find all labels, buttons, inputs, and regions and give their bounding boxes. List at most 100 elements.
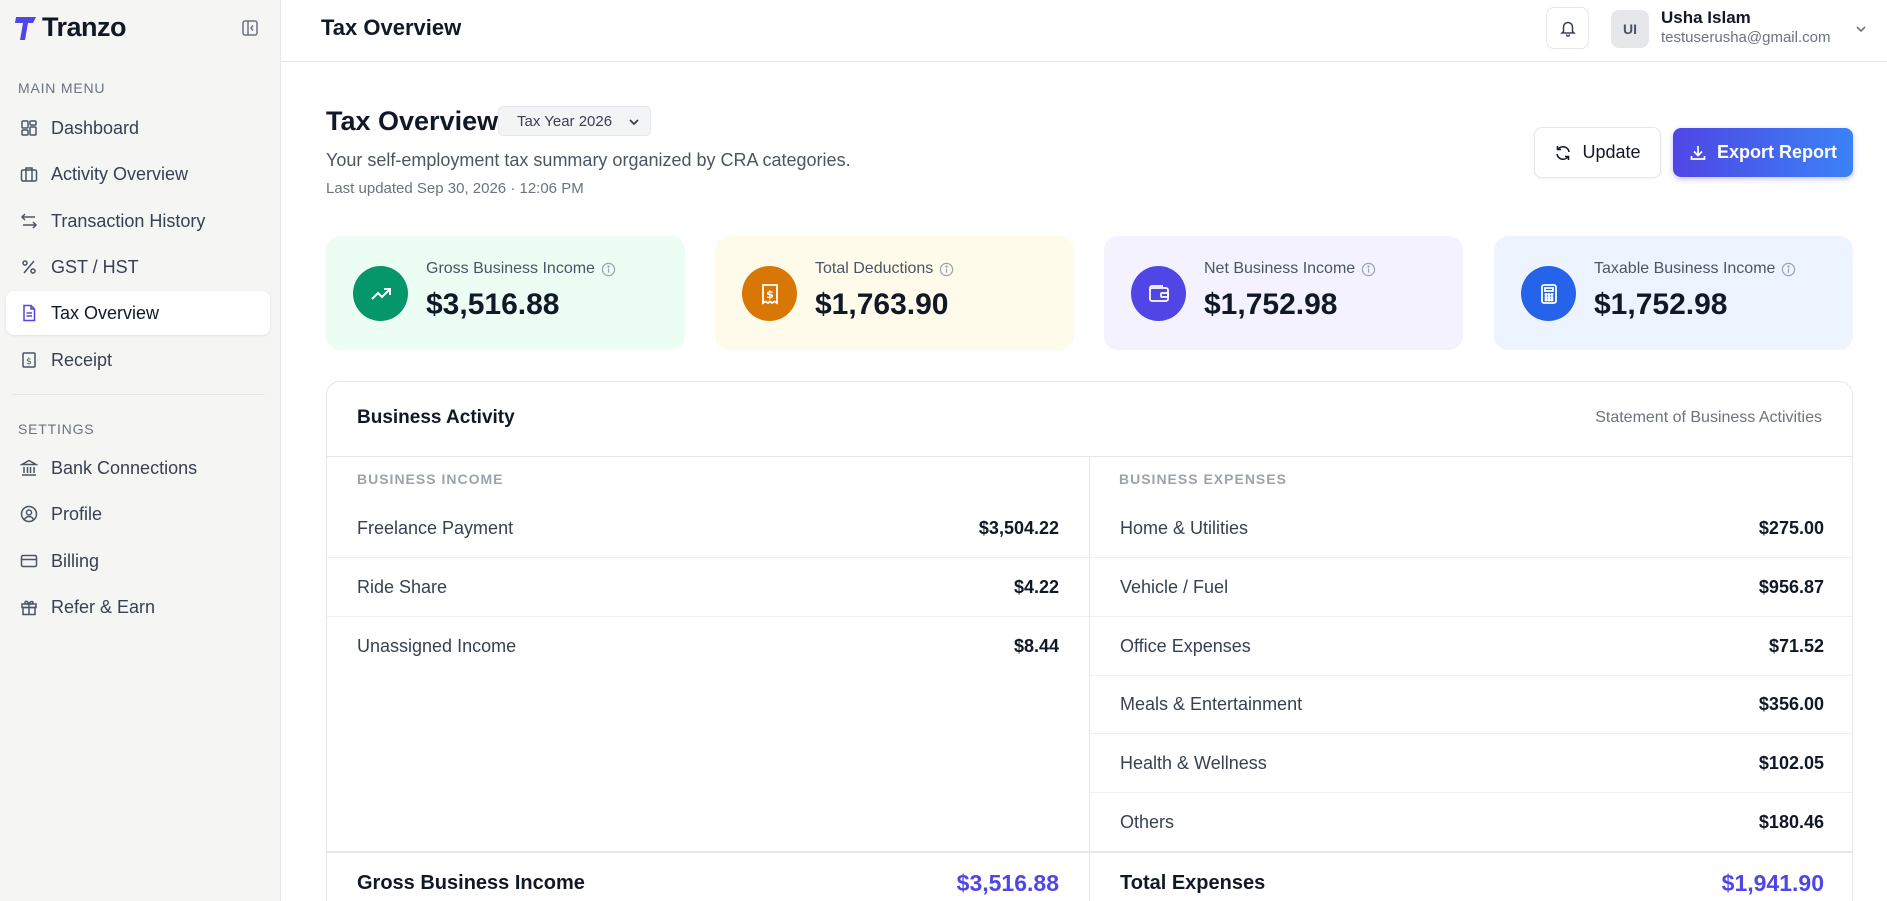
arrows-swap-icon <box>19 211 39 231</box>
panel-subtitle: Statement of Business Activities <box>1595 409 1822 426</box>
info-icon[interactable] <box>1361 262 1376 277</box>
sidebar-item-profile[interactable]: Profile <box>6 492 270 536</box>
row-label: Freelance Payment <box>357 517 514 538</box>
table-row: Freelance Payment $3,504.22 <box>327 499 1089 558</box>
last-updated-text: Last updated Sep 30, 2026 · 12:06 PM <box>326 180 584 197</box>
card-label: Net Business Income <box>1204 260 1376 278</box>
row-label: Others <box>1120 812 1175 832</box>
credit-card-icon <box>19 551 39 571</box>
total-label: Total Expenses <box>1120 872 1266 894</box>
card-net-business-income: Net Business Income $1,752.98 <box>1104 236 1463 350</box>
row-amount: $71.52 <box>1768 635 1824 656</box>
bell-icon <box>1559 21 1576 37</box>
row-amount: $956.87 <box>1758 576 1824 597</box>
sidebar-item-refer-earn[interactable]: Refer & Earn <box>6 585 270 629</box>
table-row: Office Expenses $71.52 <box>1090 617 1852 676</box>
card-label-text: Total Deductions <box>815 260 934 277</box>
tax-year-value: Tax Year 2026 <box>517 112 613 130</box>
card-value: $3,516.88 <box>426 288 560 321</box>
info-icon[interactable] <box>1781 262 1796 277</box>
table-row: Others $180.46 <box>1090 793 1852 852</box>
business-activity-panel: Business Activity Statement of Business … <box>326 381 1853 901</box>
page-title: Tax Overview <box>326 106 499 136</box>
receipt-dollar-icon: $ <box>742 266 797 321</box>
gift-icon <box>19 597 39 617</box>
row-label: Home & Utilities <box>1120 517 1249 538</box>
settings-label: SETTINGS <box>18 421 95 437</box>
user-name[interactable]: Usha Islam <box>1661 8 1751 28</box>
gross-business-income-total-row: Gross Business Income $3,516.88 <box>357 870 1059 897</box>
table-row: Unassigned Income $8.44 <box>327 617 1089 676</box>
card-label-text: Net Business Income <box>1204 260 1356 277</box>
main-menu-label: MAIN MENU <box>18 80 106 96</box>
user-email: testuserusha@gmail.com <box>1661 29 1831 46</box>
notifications-button[interactable] <box>1546 7 1589 49</box>
refresh-icon <box>1556 145 1571 160</box>
update-button[interactable]: Update <box>1534 127 1661 178</box>
card-label-text: Taxable Business Income <box>1594 260 1776 277</box>
export-report-button[interactable]: Export Report <box>1673 128 1853 177</box>
sidebar-item-billing[interactable]: Billing <box>6 539 270 583</box>
card-value: $1,752.98 <box>1594 288 1728 321</box>
totals-divider <box>327 851 1852 853</box>
card-label: Gross Business Income <box>426 260 616 278</box>
total-label: Gross Business Income <box>357 872 585 894</box>
row-label: Vehicle / Fuel <box>1120 576 1229 597</box>
bank-icon <box>19 458 39 478</box>
business-income-heading: BUSINESS INCOME <box>357 471 504 487</box>
sidebar-item-gst-hst[interactable]: GST / HST <box>6 245 270 289</box>
sidebar-item-dashboard[interactable]: Dashboard <box>6 106 270 150</box>
table-row: Home & Utilities $275.00 <box>1090 499 1852 558</box>
sidebar-item-label: Billing <box>51 550 100 571</box>
info-icon[interactable] <box>939 262 954 277</box>
row-label: Health & Wellness <box>1120 752 1267 773</box>
sidebar-item-receipt[interactable]: $ Receipt <box>6 338 270 382</box>
user-circle-icon <box>19 504 39 524</box>
svg-text:$: $ <box>766 288 774 301</box>
topbar: Tax Overview UI Usha Islam testuserusha@… <box>281 0 1887 62</box>
calculator-icon <box>1521 266 1576 321</box>
total-expenses-total-row: Total Expenses $1,941.90 <box>1120 870 1824 897</box>
sidebar-item-activity-overview[interactable]: Activity Overview <box>6 152 270 196</box>
card-value: $1,763.90 <box>815 288 949 321</box>
collapse-sidebar-button[interactable] <box>240 18 260 38</box>
info-icon[interactable] <box>601 262 616 277</box>
chevron-down-icon <box>1856 26 1866 33</box>
svg-text:$: $ <box>26 357 32 367</box>
sidebar-item-label: Transaction History <box>51 210 206 231</box>
page-subtitle: Your self-employment tax summary organiz… <box>326 150 851 170</box>
panel-header: Business Activity Statement of Business … <box>327 382 1852 457</box>
sidebar-item-label: GST / HST <box>51 256 139 277</box>
sidebar-collapse-icon <box>242 20 258 36</box>
wallet-icon <box>1131 266 1186 321</box>
sidebar-item-label: Activity Overview <box>51 163 189 184</box>
sidebar-item-bank-connections[interactable]: Bank Connections <box>6 446 270 490</box>
chevron-down-icon <box>629 119 639 126</box>
document-icon <box>19 303 39 323</box>
row-amount: $275.00 <box>1758 517 1824 538</box>
row-label: Ride Share <box>357 576 448 597</box>
row-amount: $8.44 <box>1013 636 1059 656</box>
card-taxable-business-income: Taxable Business Income $1,752.98 <box>1494 236 1853 350</box>
sidebar-item-label: Bank Connections <box>51 457 198 478</box>
sidebar-item-tax-overview[interactable]: Tax Overview <box>6 291 270 335</box>
avatar[interactable]: UI <box>1611 10 1649 48</box>
card-total-deductions: $ Total Deductions $1,763.90 <box>715 236 1074 350</box>
tax-year-select[interactable]: Tax Year 2026 <box>498 106 651 136</box>
brand-logo[interactable]: Tranzo <box>14 12 127 43</box>
download-icon <box>1690 145 1706 160</box>
sidebar-item-transaction-history[interactable]: Transaction History <box>6 199 270 243</box>
row-label: Office Expenses <box>1120 635 1251 656</box>
sidebar-divider <box>11 394 265 395</box>
user-menu-toggle[interactable] <box>1852 20 1870 38</box>
total-amount: $3,516.88 <box>956 870 1059 896</box>
card-label: Total Deductions <box>815 260 954 278</box>
row-amount: $3,504.22 <box>978 517 1059 538</box>
brand-name: Tranzo <box>42 12 127 42</box>
row-amount: $102.05 <box>1758 752 1824 773</box>
topbar-title: Tax Overview <box>321 15 462 40</box>
card-gross-business-income: Gross Business Income $3,516.88 <box>326 236 685 350</box>
table-row: Vehicle / Fuel $956.87 <box>1090 558 1852 617</box>
dashboard-icon <box>19 118 39 138</box>
card-label-text: Gross Business Income <box>426 260 595 277</box>
